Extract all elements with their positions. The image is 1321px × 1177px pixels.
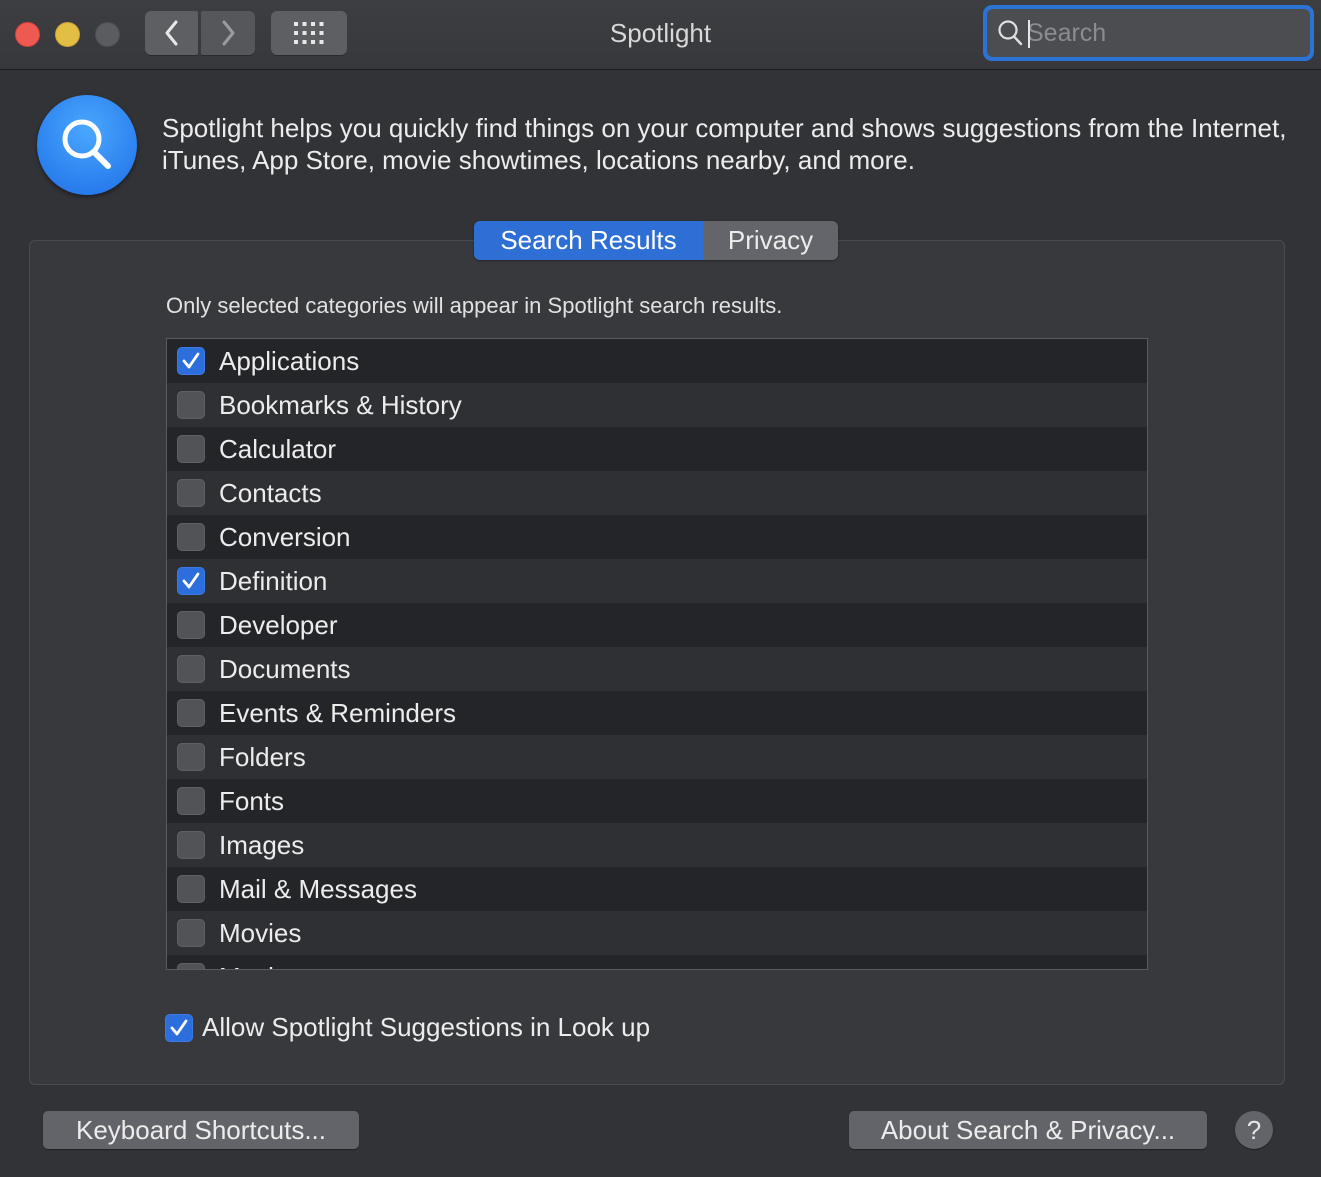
list-item[interactable]: Fonts bbox=[167, 779, 1147, 823]
list-item[interactable]: Mail & Messages bbox=[167, 867, 1147, 911]
list-item-label: Conversion bbox=[219, 521, 351, 552]
spotlight-description: Spotlight helps you quickly find things … bbox=[162, 113, 1287, 175]
checkbox[interactable] bbox=[177, 523, 205, 551]
checkbox[interactable] bbox=[177, 611, 205, 639]
tab-search-results[interactable]: Search Results bbox=[474, 221, 703, 260]
list-item[interactable]: Developer bbox=[167, 603, 1147, 647]
list-item-label: Events & Reminders bbox=[219, 697, 456, 728]
search-field-focus-ring bbox=[983, 5, 1314, 61]
list-item-label: Definition bbox=[219, 565, 328, 596]
list-item[interactable]: Applications bbox=[167, 339, 1147, 383]
checkbox[interactable] bbox=[177, 831, 205, 859]
list-item[interactable]: Movies bbox=[167, 911, 1147, 955]
list-item-label: Fonts bbox=[219, 785, 285, 816]
checkbox[interactable] bbox=[177, 347, 205, 375]
list-item[interactable]: Calculator bbox=[167, 427, 1147, 471]
checkbox[interactable] bbox=[177, 787, 205, 815]
checkbox[interactable] bbox=[177, 875, 205, 903]
checkmark-icon bbox=[170, 1019, 188, 1035]
list-item[interactable]: Folders bbox=[167, 735, 1147, 779]
checkbox[interactable] bbox=[177, 743, 205, 771]
checkbox[interactable] bbox=[177, 435, 205, 463]
list-item-label: Developer bbox=[219, 609, 338, 640]
list-item[interactable]: Contacts bbox=[167, 471, 1147, 515]
checkbox[interactable] bbox=[177, 655, 205, 683]
list-item-label: Documents bbox=[219, 653, 351, 684]
keyboard-shortcuts-button[interactable]: Keyboard Shortcuts... bbox=[43, 1111, 359, 1149]
about-search-privacy-button[interactable]: About Search & Privacy... bbox=[849, 1111, 1207, 1149]
categories-hint: Only selected categories will appear in … bbox=[166, 293, 783, 318]
checkbox[interactable] bbox=[177, 391, 205, 419]
spotlight-icon bbox=[37, 95, 137, 195]
allow-suggestions-option[interactable]: Allow Spotlight Suggestions in Look up bbox=[165, 1012, 650, 1043]
list-item[interactable]: Conversion bbox=[167, 515, 1147, 559]
checkmark-icon bbox=[182, 572, 200, 589]
list-item-label: Images bbox=[219, 829, 305, 860]
search-input[interactable] bbox=[1027, 18, 1287, 48]
list-item[interactable]: Documents bbox=[167, 647, 1147, 691]
list-item[interactable]: Music bbox=[167, 955, 1147, 970]
list-item-label: Applications bbox=[219, 345, 360, 376]
list-item-label: Folders bbox=[219, 741, 306, 772]
tab-privacy[interactable]: Privacy bbox=[703, 221, 838, 260]
allow-suggestions-label: Allow Spotlight Suggestions in Look up bbox=[202, 1012, 651, 1042]
allow-suggestions-checkbox[interactable] bbox=[165, 1013, 193, 1042]
list-item-label: Movies bbox=[219, 917, 302, 948]
checkmark-icon bbox=[182, 352, 200, 369]
checkbox[interactable] bbox=[177, 479, 205, 507]
help-button[interactable]: ? bbox=[1235, 1111, 1273, 1149]
list-item-label: Mail & Messages bbox=[219, 873, 417, 904]
checkbox[interactable] bbox=[177, 963, 205, 969]
list-item[interactable]: Bookmarks & History bbox=[167, 383, 1147, 427]
list-item[interactable]: Images bbox=[167, 823, 1147, 867]
list-item-label: Bookmarks & History bbox=[219, 389, 462, 420]
title-bar: Spotlight bbox=[0, 0, 1321, 70]
search-icon bbox=[998, 20, 1023, 46]
list-item-label: Contacts bbox=[219, 477, 322, 508]
text-caret bbox=[1028, 20, 1030, 48]
categories-list[interactable]: Applications Bookmarks & History Calcula… bbox=[166, 338, 1148, 970]
preferences-window: Spotlight Spotlight helps you quickly fi… bbox=[0, 0, 1321, 1177]
list-item-label: Music bbox=[219, 962, 287, 970]
list-item[interactable]: Events & Reminders bbox=[167, 691, 1147, 735]
tab-bar: Search Results Privacy bbox=[474, 221, 838, 260]
list-item[interactable]: Definition bbox=[167, 559, 1147, 603]
search-field[interactable] bbox=[987, 9, 1310, 57]
list-item-label: Calculator bbox=[219, 433, 337, 464]
checkbox[interactable] bbox=[177, 699, 205, 727]
checkbox[interactable] bbox=[177, 919, 205, 947]
checkbox[interactable] bbox=[177, 567, 205, 595]
